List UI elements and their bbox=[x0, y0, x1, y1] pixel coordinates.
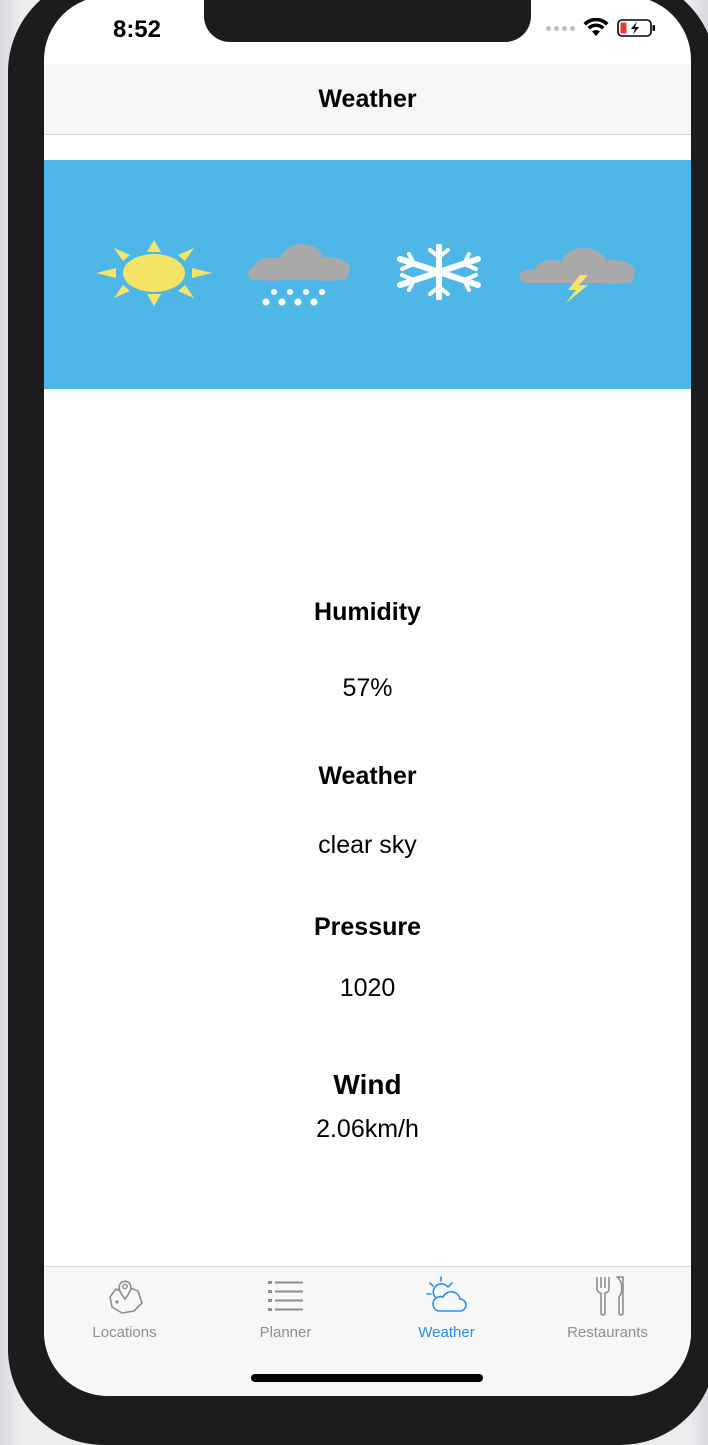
navigation-bar: Weather bbox=[44, 64, 691, 135]
tab-label: Locations bbox=[92, 1324, 157, 1341]
snow-cloud-icon bbox=[248, 244, 350, 306]
cellular-signal-icon bbox=[546, 25, 575, 31]
map-pin-icon bbox=[109, 1280, 143, 1314]
sun-cloud-icon bbox=[426, 1276, 467, 1312]
tab-label: Planner bbox=[259, 1324, 312, 1341]
list-icon bbox=[268, 1281, 303, 1311]
phone-frame: 8:52 Weather Humidity 57% Weather clear … bbox=[8, 0, 708, 1445]
tab-weather[interactable]: Weather bbox=[366, 1267, 527, 1357]
tab-planner[interactable]: Planner bbox=[205, 1267, 366, 1357]
thunder-cloud-icon bbox=[520, 248, 635, 303]
humidity-label: Humidity bbox=[314, 598, 421, 626]
tab-locations[interactable]: Locations bbox=[44, 1267, 205, 1357]
wind-value: 2.06km/h bbox=[316, 1115, 419, 1143]
weather-banner bbox=[44, 160, 691, 389]
battery-charging-icon bbox=[617, 19, 655, 37]
status-indicators bbox=[546, 18, 657, 38]
tab-restaurants[interactable]: Restaurants bbox=[527, 1267, 688, 1357]
tab-label: Restaurants bbox=[567, 1324, 648, 1341]
status-time: 8:52 bbox=[112, 16, 162, 43]
app-screen: 8:52 Weather Humidity 57% Weather clear … bbox=[44, 0, 691, 1396]
tab-label: Weather bbox=[418, 1324, 475, 1341]
humidity-value: 57% bbox=[342, 674, 393, 702]
notch bbox=[204, 0, 531, 42]
wifi-icon bbox=[583, 18, 609, 36]
wind-label: Wind bbox=[333, 1069, 402, 1100]
pressure-value: 1020 bbox=[339, 974, 396, 1002]
fork-knife-icon bbox=[596, 1276, 624, 1316]
weather-value: clear sky bbox=[318, 831, 417, 859]
nav-title: Weather bbox=[318, 84, 417, 113]
sun-icon bbox=[96, 240, 212, 306]
home-indicator[interactable] bbox=[251, 1374, 483, 1382]
pressure-label: Pressure bbox=[313, 913, 422, 941]
snowflake-icon bbox=[397, 244, 481, 300]
weather-label: Weather bbox=[318, 762, 417, 790]
